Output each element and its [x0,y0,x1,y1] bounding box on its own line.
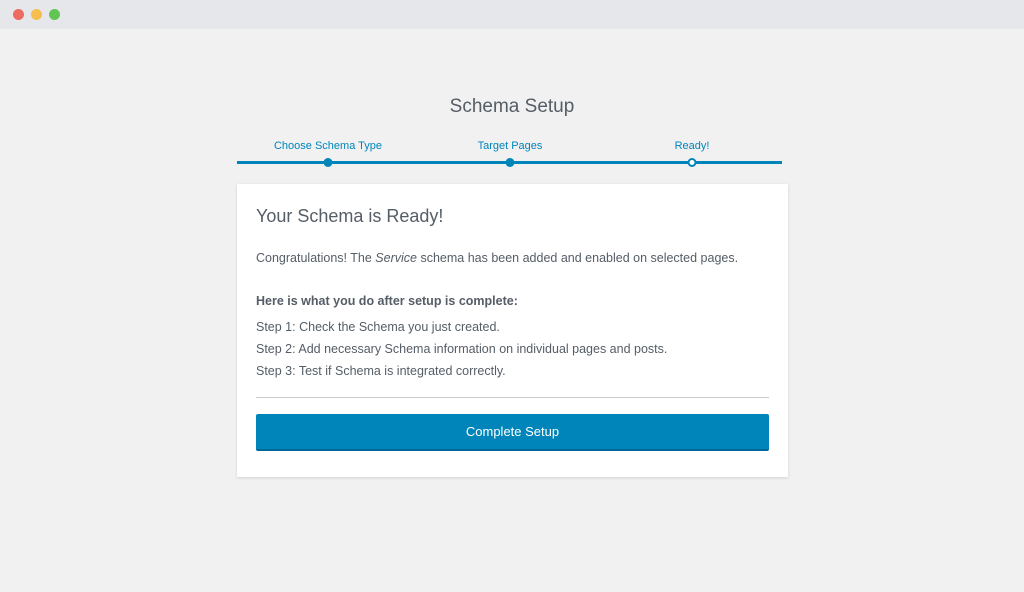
close-window-button[interactable] [13,9,24,20]
setup-card: Your Schema is Ready! Congratulations! T… [237,184,788,477]
step-dot-choose-schema-type [323,158,333,167]
next-step-item: Step 1: Check the Schema you just create… [256,320,500,334]
intro-text-after: schema has been added and enabled on sel… [416,251,739,265]
step-label-choose-schema-type[interactable]: Choose Schema Type [274,140,382,152]
complete-setup-button[interactable]: Complete Setup [256,414,769,451]
next-step-item: Step 3: Test if Schema is integrated cor… [256,364,506,378]
minimize-window-button[interactable] [31,9,42,20]
maximize-window-button[interactable] [49,9,60,20]
page-title: Schema Setup [449,96,575,117]
step-label-target-pages[interactable]: Target Pages [478,140,543,152]
step-dot-target-pages [505,158,515,167]
setup-progress-steps: Choose Schema Type Target Pages Ready! [237,138,782,168]
card-heading: Your Schema is Ready! [256,206,444,226]
schema-type-name: Service [375,251,417,265]
divider [256,397,769,398]
step-label-ready[interactable]: Ready! [675,140,710,152]
congratulations-text: Congratulations! The Service schema has … [256,251,738,265]
next-steps-list: Step 1: Check the Schema you just create… [256,316,667,382]
step-dot-ready [687,158,697,167]
next-step-item: Step 2: Add necessary Schema information… [256,342,668,356]
next-steps-heading: Here is what you do after setup is compl… [256,294,518,308]
intro-text-before: Congratulations! The [256,251,376,265]
window-titlebar [0,0,1024,29]
